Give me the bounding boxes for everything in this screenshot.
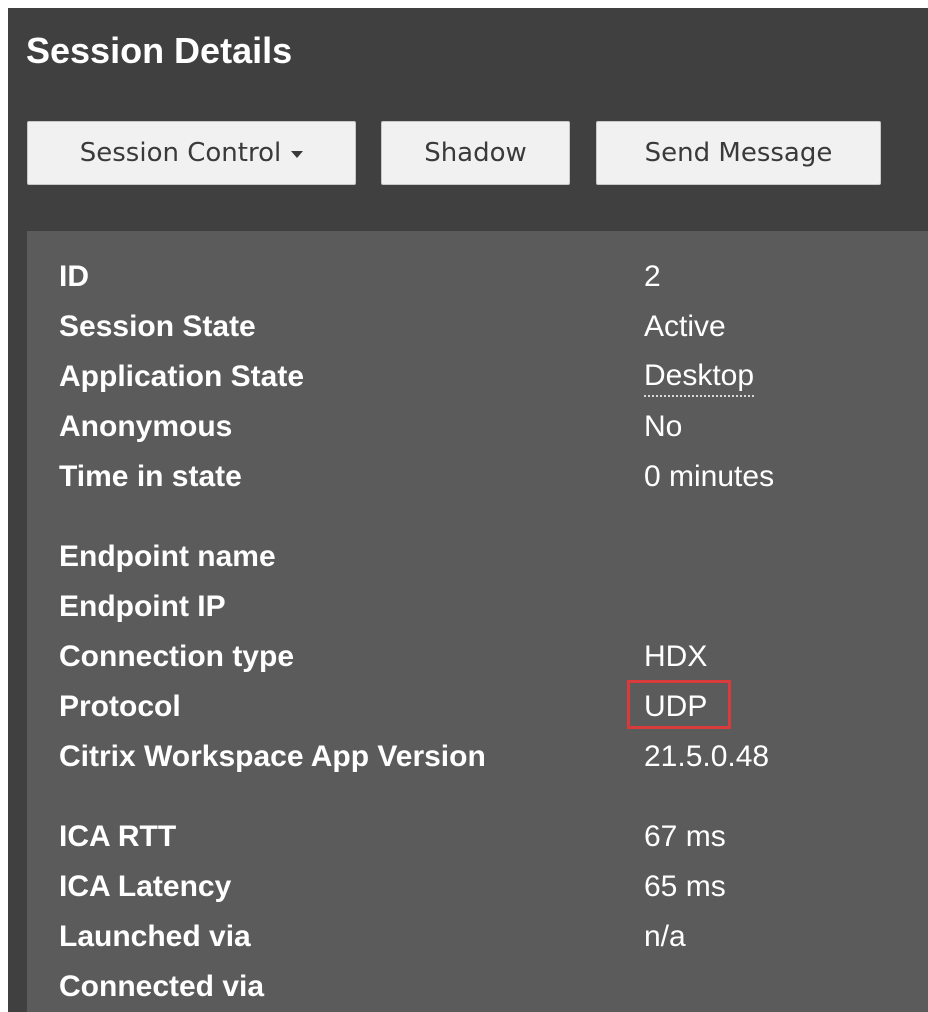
detail-label: Time in state [59, 460, 242, 493]
detail-label: Connection type [59, 640, 295, 673]
detail-row-endpoint-name: Endpoint name [27, 535, 928, 579]
detail-row-ica-latency: ICA Latency 65 ms [27, 865, 928, 909]
send-message-button[interactable]: Send Message [596, 121, 881, 185]
detail-row-application-state: Application State Desktop [27, 355, 928, 399]
detail-value: No [644, 410, 683, 443]
detail-value: HDX [644, 640, 708, 673]
detail-row-workspace-version: Citrix Workspace App Version 21.5.0.48 [27, 735, 928, 779]
detail-label: Protocol [59, 690, 181, 723]
detail-label: ICA Latency [59, 870, 232, 903]
session-details-panel: Session Details Session Control Shadow S… [8, 8, 928, 1012]
detail-label: Endpoint name [59, 540, 276, 573]
detail-row-session-state: Session State Active [27, 305, 928, 349]
detail-value: 21.5.0.48 [644, 740, 770, 773]
detail-row-time-in-state: Time in state 0 minutes [27, 455, 928, 499]
detail-row-launched-via: Launched via n/a [27, 915, 928, 959]
protocol-highlight-box [627, 680, 731, 729]
caret-down-icon [291, 151, 304, 158]
detail-value: Active [644, 310, 726, 343]
detail-label: Launched via [59, 920, 251, 953]
page-title: Session Details [26, 30, 293, 71]
session-control-label: Session Control [79, 138, 282, 168]
detail-row-endpoint-ip: Endpoint IP [27, 585, 928, 629]
session-control-button[interactable]: Session Control [27, 121, 356, 185]
shadow-button[interactable]: Shadow [381, 121, 570, 185]
detail-label: Endpoint IP [59, 590, 226, 623]
detail-row-connection-type: Connection type HDX [27, 635, 928, 679]
details-list: ID 2 Session State Active Application St… [27, 231, 928, 1012]
detail-label: ID [59, 260, 89, 293]
detail-row-id: ID 2 [27, 255, 928, 299]
detail-value: 65 ms [644, 870, 726, 903]
detail-row-connected-via: Connected via [27, 965, 928, 1009]
detail-row-ica-rtt: ICA RTT 67 ms [27, 815, 928, 859]
detail-value: n/a [644, 920, 686, 953]
detail-label: Anonymous [59, 410, 233, 443]
detail-label: Citrix Workspace App Version [59, 740, 486, 773]
detail-label: Application State [59, 360, 305, 393]
detail-value: 67 ms [644, 820, 726, 853]
detail-label: ICA RTT [59, 820, 177, 853]
detail-label: Connected via [59, 970, 265, 1003]
detail-row-anonymous: Anonymous No [27, 405, 928, 449]
application-state-link[interactable]: Desktop [644, 357, 755, 397]
detail-label: Session State [59, 310, 256, 343]
detail-value: 0 minutes [644, 460, 775, 493]
detail-value: 2 [644, 260, 661, 293]
detail-row-protocol: Protocol UDP [27, 685, 928, 729]
